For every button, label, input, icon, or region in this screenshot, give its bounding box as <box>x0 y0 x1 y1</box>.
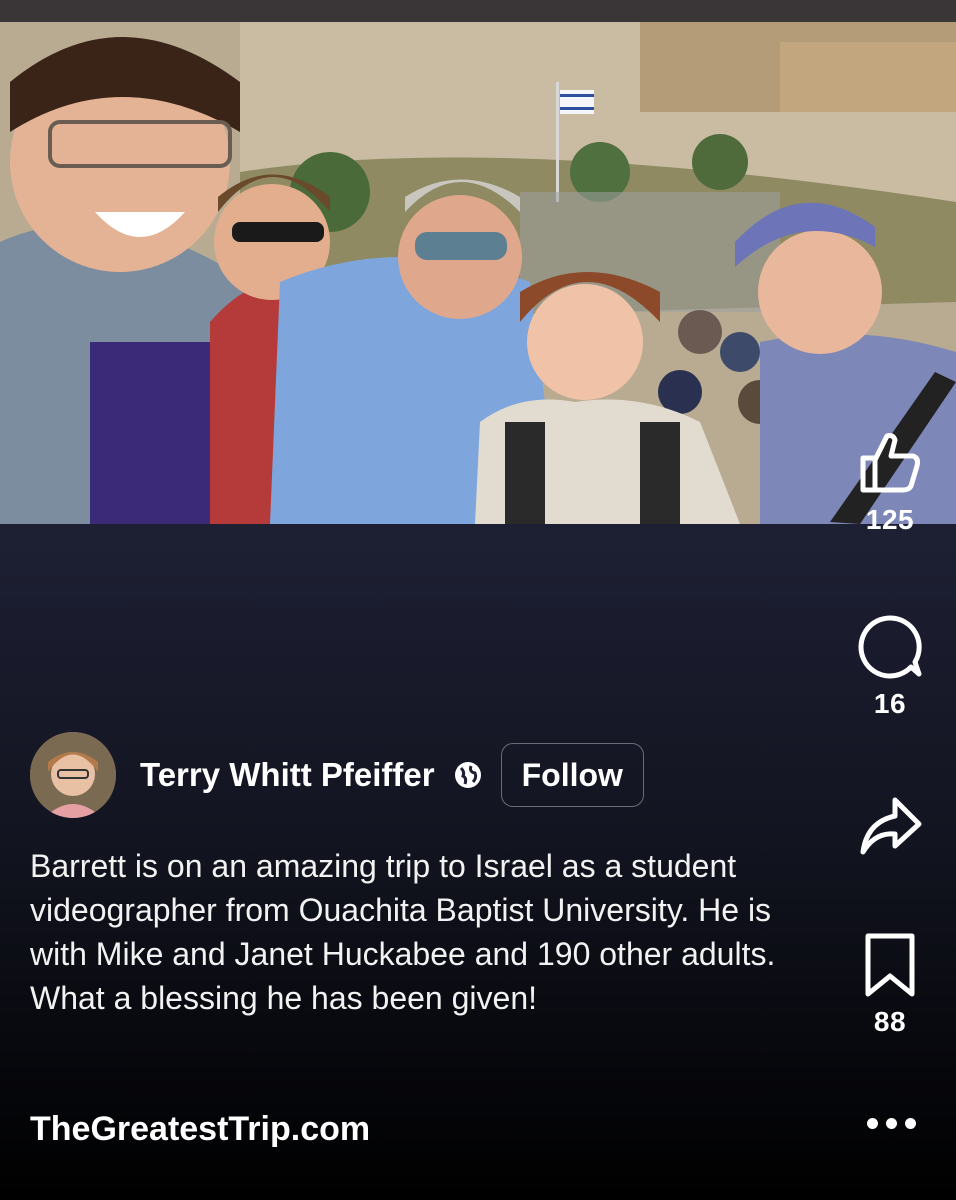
author-row: Terry Whitt Pfeiffer Follow <box>30 732 644 818</box>
share-button[interactable] <box>850 792 930 862</box>
share-icon <box>860 797 922 855</box>
like-button[interactable]: 125 <box>850 428 930 536</box>
bookmark-icon <box>865 933 915 997</box>
author-name[interactable]: Terry Whitt Pfeiffer <box>140 756 435 794</box>
more-icon[interactable] <box>867 1118 916 1129</box>
follow-button[interactable]: Follow <box>500 743 644 807</box>
post-link[interactable]: TheGreatestTrip.com <box>30 1110 370 1149</box>
follow-label: Follow <box>521 756 623 793</box>
save-button[interactable]: 88 <box>850 930 930 1038</box>
comment-icon <box>858 615 922 679</box>
action-rail: 125 <box>850 428 930 536</box>
comment-button[interactable]: 16 <box>850 612 930 720</box>
thumbs-up-icon <box>860 433 920 493</box>
post-caption: Barrett is on an amazing trip to Israel … <box>30 848 776 1016</box>
avatar[interactable] <box>30 732 116 818</box>
save-rail: 88 <box>850 930 930 1038</box>
post-photo[interactable] <box>0 22 956 524</box>
share-rail <box>850 792 930 862</box>
save-count: 88 <box>873 1006 907 1037</box>
globe-icon <box>454 762 481 788</box>
comment-rail: 16 <box>850 612 930 720</box>
comment-count: 16 <box>873 688 907 719</box>
status-bar <box>0 0 956 22</box>
more-dot <box>886 1118 897 1129</box>
more-dot <box>905 1118 916 1129</box>
like-count: 125 <box>865 504 915 535</box>
more-dot <box>867 1118 878 1129</box>
